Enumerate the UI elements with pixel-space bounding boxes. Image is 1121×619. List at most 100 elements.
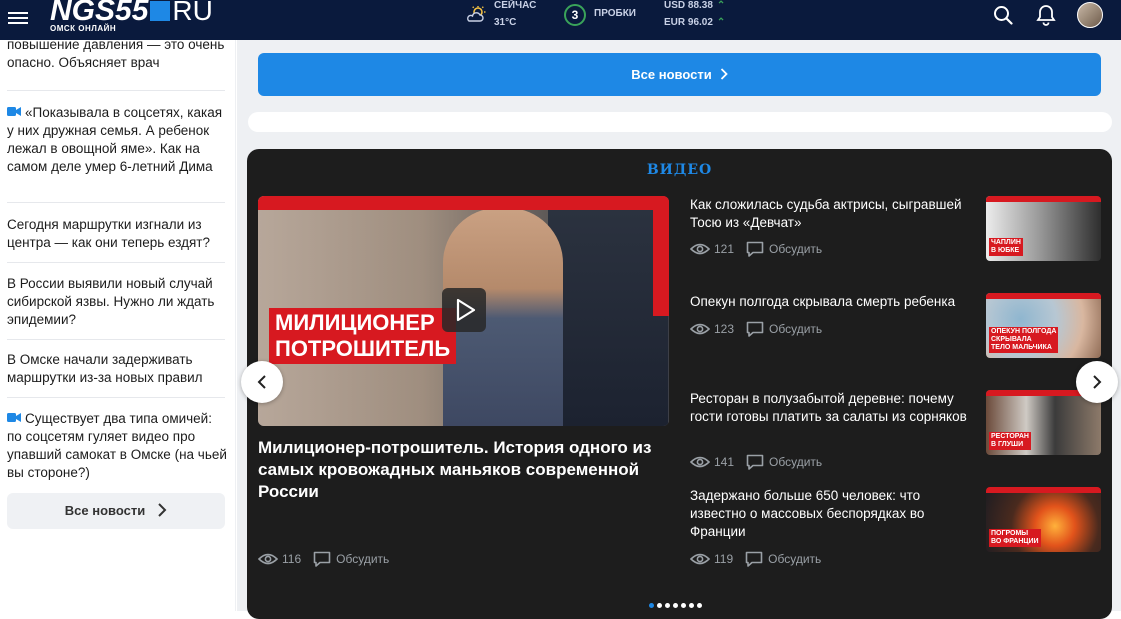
usd-rate: USD 88.38 ⌃ <box>664 0 725 17</box>
discuss-link[interactable]: Обсудить <box>769 322 822 336</box>
carousel-dots <box>649 595 705 608</box>
eye-icon <box>690 456 710 468</box>
sidebar-news-item[interactable]: Сегодня маршрутки изгнали из центра — ка… <box>7 216 227 252</box>
eur-rate: EUR 96.02 ⌃ <box>664 17 725 34</box>
thumb-figure <box>548 196 668 426</box>
site-logo[interactable]: NGS55 RU ОМСК ОНЛАЙН <box>50 0 213 34</box>
video-camera-icon <box>7 107 21 116</box>
views-count: 141 <box>714 455 735 469</box>
carousel-dot[interactable] <box>673 603 678 608</box>
news-text: «Показывала в соцсетях, какая у них друж… <box>7 105 223 174</box>
featured-video-meta: 116 Обсудить <box>258 551 389 567</box>
eye-icon <box>690 243 710 255</box>
video-item-title[interactable]: Опекун полгода скрывала смерть ребенка <box>690 293 975 311</box>
discuss-link[interactable]: Обсудить <box>336 552 389 566</box>
video-item-thumbnail[interactable]: ЧАПЛИН В ЮБКЕ <box>986 196 1101 261</box>
video-item-title[interactable]: Задержано больше 650 человек: что извест… <box>690 487 975 541</box>
video-item-thumbnail[interactable]: ОПЕКУН ПОЛГОДА СКРЫВАЛА ТЕЛО МАЛЬЧИКА <box>986 293 1101 358</box>
sidebar-news-item[interactable]: «Показывала в соцсетях, какая у них друж… <box>7 104 227 176</box>
comment-icon <box>746 454 764 470</box>
sidebar-news-item[interactable]: В Омске начали задерживать маршрутки из-… <box>7 351 227 387</box>
thumb-label: ОПЕКУН ПОЛГОДА СКРЫВАЛА ТЕЛО МАЛЬЧИКА <box>989 327 1059 353</box>
eye-icon <box>258 553 278 565</box>
bell-icon[interactable] <box>1036 4 1056 26</box>
thumb-frame <box>986 196 1101 202</box>
usd-value: USD 88.38 <box>664 0 713 11</box>
discuss-link[interactable]: Обсудить <box>769 242 822 256</box>
carousel-dot[interactable] <box>689 603 694 608</box>
play-button[interactable] <box>442 288 486 332</box>
video-item-thumbnail[interactable]: ПОГРОМЫ ВО ФРАНЦИИ <box>986 487 1101 552</box>
sun-cloud-icon <box>467 6 486 22</box>
top-bar: NGS55 RU ОМСК ОНЛАЙН СЕЙЧАС 31°C 3 ПРОБКИ… <box>0 0 1121 40</box>
thumb-frame <box>986 293 1101 299</box>
discuss-link[interactable]: Обсудить <box>769 455 822 469</box>
carousel-dot[interactable] <box>681 603 686 608</box>
news-text: В Омске начали задерживать маршрутки из-… <box>7 352 203 385</box>
video-item-title[interactable]: Ресторан в полузабытой деревне: почему г… <box>690 390 975 426</box>
weather-label: СЕЙЧАС <box>494 0 537 11</box>
all-news-label: Все новости <box>64 503 146 518</box>
video-item-title[interactable]: Как сложилась судьба актрисы, сыгравшей … <box>690 196 975 232</box>
sidebar-news-item[interactable]: Существует два типа омичей: по соцсетям … <box>7 410 227 482</box>
search-icon[interactable] <box>993 5 1013 25</box>
comment-icon <box>745 551 763 567</box>
sidebar-all-news-button[interactable]: Все новости <box>7 493 225 529</box>
traffic-score: 3 <box>564 4 586 26</box>
carousel-dot[interactable] <box>657 603 662 608</box>
avatar[interactable] <box>1077 2 1103 28</box>
thumb-label: ЧАПЛИН В ЮБКЕ <box>989 238 1023 256</box>
all-news-label: Все новости <box>631 67 712 82</box>
all-news-button[interactable]: Все новости <box>258 53 1101 96</box>
divider <box>7 397 225 398</box>
carousel-dot[interactable] <box>697 603 702 608</box>
thumb-frame <box>653 196 669 316</box>
usd-up-icon: ⌃ <box>716 0 726 11</box>
views-count: 116 <box>282 552 302 566</box>
comment-icon <box>746 321 764 337</box>
logo-subtitle: ОМСК ОНЛАЙН <box>50 24 117 33</box>
eur-value: EUR 96.02 <box>664 17 713 28</box>
main-content: Все новости ВИДЕО МИЛИЦИОНЕР ПОТРОШИТЕЛЬ… <box>237 40 1121 619</box>
news-text: Сегодня маршрутки изгнали из центра — ка… <box>7 217 211 250</box>
video-item-meta: 123 Обсудить <box>690 321 822 337</box>
divider <box>7 90 225 91</box>
views-count: 123 <box>714 322 735 336</box>
video-camera-icon <box>7 413 21 422</box>
news-text: повышение давления — это очень опасно. О… <box>7 40 225 70</box>
carousel-dot[interactable] <box>649 603 654 608</box>
traffic-label: ПРОБКИ <box>594 8 636 19</box>
comment-icon <box>313 551 331 567</box>
logo-ru: RU <box>172 0 213 26</box>
sidebar-news-item[interactable]: В России выявили новый случай сибирской … <box>7 275 227 329</box>
eur-up-icon: ⌃ <box>716 17 726 28</box>
weather-temp: 31°C <box>494 17 517 28</box>
featured-video-thumbnail[interactable]: МИЛИЦИОНЕР ПОТРОШИТЕЛЬ <box>258 196 669 426</box>
divider <box>7 339 225 340</box>
carousel-dot[interactable] <box>665 603 670 608</box>
thumb-frame <box>258 196 669 210</box>
sidebar-news-list: повышение давления — это очень опасно. О… <box>0 40 236 611</box>
chevron-right-icon <box>1093 375 1102 389</box>
logo-square <box>150 1 171 21</box>
section-title[interactable]: ВИДЕО <box>247 162 1112 178</box>
logo-text: NGS55 <box>50 0 149 27</box>
thumb-label: ПОГРОМЫ ВО ФРАНЦИИ <box>989 529 1041 547</box>
chevron-left-icon <box>257 375 266 389</box>
video-item-meta: 141 Обсудить <box>690 454 822 470</box>
discuss-link[interactable]: Обсудить <box>768 552 821 566</box>
divider <box>7 202 225 203</box>
carousel-next-button[interactable] <box>1076 361 1118 403</box>
currency-rates[interactable]: USD 88.38 ⌃ EUR 96.02 ⌃ <box>664 0 725 34</box>
sidebar-news-item[interactable]: повышение давления — это очень опасно. О… <box>7 40 227 72</box>
carousel-prev-button[interactable] <box>241 361 283 403</box>
menu-icon[interactable] <box>8 9 28 27</box>
chevron-right-icon <box>720 68 728 80</box>
views-count: 121 <box>714 242 735 256</box>
video-item-meta: 121 Обсудить <box>690 241 822 257</box>
eye-icon <box>690 323 710 335</box>
news-text: Существует два типа омичей: по соцсетям … <box>7 411 227 480</box>
video-section: ВИДЕО МИЛИЦИОНЕР ПОТРОШИТЕЛЬ Милиционер-… <box>247 149 1112 619</box>
featured-video-title[interactable]: Милиционер-потрошитель. История одного и… <box>258 437 668 503</box>
thumb-frame <box>986 487 1101 493</box>
